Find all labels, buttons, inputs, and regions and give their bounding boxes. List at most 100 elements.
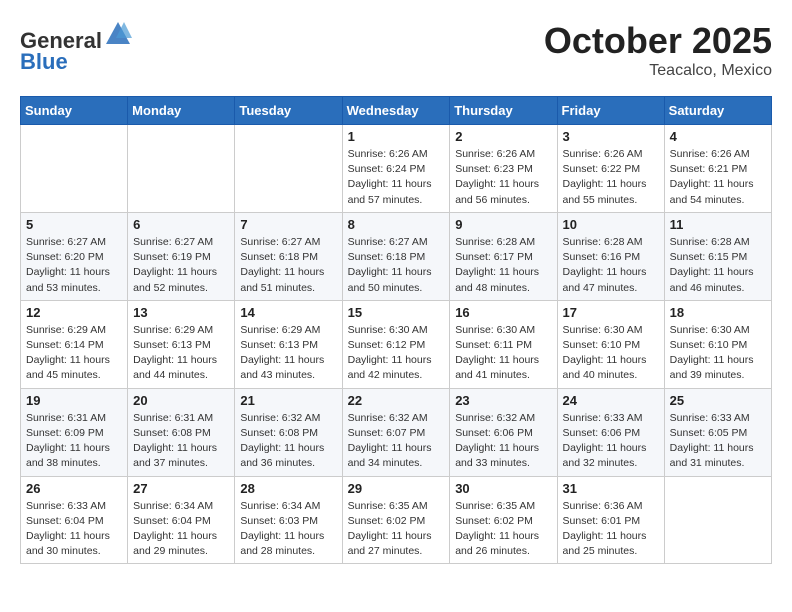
calendar-cell: 7 Sunrise: 6:27 AMSunset: 6:18 PMDaylight… xyxy=(235,212,342,300)
calendar-cell: 26Sunrise: 6:33 AMSunset: 6:04 PMDayligh… xyxy=(21,476,128,564)
weekday-header: Saturday xyxy=(664,97,771,125)
day-number: 3 xyxy=(563,129,659,144)
logo: General Blue xyxy=(20,20,132,75)
calendar-body: 1Sunrise: 6:26 AMSunset: 6:24 PMDaylight… xyxy=(21,125,772,564)
logo-icon xyxy=(104,20,132,48)
day-info: Sunrise: 6:36 AMSunset: 6:01 PMDaylight:… xyxy=(563,499,659,560)
calendar-week-row: 19 Sunrise: 6:31 AMSunset: 6:09 PMDayligh… xyxy=(21,388,772,476)
calendar-cell: 28Sunrise: 6:34 AMSunset: 6:03 PMDayligh… xyxy=(235,476,342,564)
day-info: Sunrise: 6:32 AMSunset: 6:06 PMDaylight:… xyxy=(455,411,551,472)
calendar-cell: 21 Sunrise: 6:32 AMSunset: 6:08 PMDayligh… xyxy=(235,388,342,476)
day-number: 11 xyxy=(670,217,766,232)
calendar-cell xyxy=(664,476,771,564)
day-info: Sunrise: 6:27 AMSunset: 6:19 PMDaylight:… xyxy=(133,235,229,296)
calendar-cell: 25Sunrise: 6:33 AMSunset: 6:05 PMDayligh… xyxy=(664,388,771,476)
day-number: 5 xyxy=(26,217,122,232)
weekday-header-row: SundayMondayTuesdayWednesdayThursdayFrid… xyxy=(21,97,772,125)
day-number: 22 xyxy=(348,393,445,408)
day-number: 13 xyxy=(133,305,229,320)
calendar-cell xyxy=(235,125,342,213)
day-info: Sunrise: 6:28 AMSunset: 6:15 PMDaylight:… xyxy=(670,235,766,296)
calendar-cell: 24Sunrise: 6:33 AMSunset: 6:06 PMDayligh… xyxy=(557,388,664,476)
day-info: Sunrise: 6:31 AMSunset: 6:08 PMDaylight:… xyxy=(133,411,229,472)
day-info: Sunrise: 6:26 AMSunset: 6:23 PMDaylight:… xyxy=(455,147,551,208)
day-info: Sunrise: 6:31 AMSunset: 6:09 PMDaylight:… xyxy=(26,411,122,472)
calendar-cell: 29 Sunrise: 6:35 AMSunset: 6:02 PMDayligh… xyxy=(342,476,450,564)
day-number: 8 xyxy=(348,217,445,232)
day-number: 20 xyxy=(133,393,229,408)
calendar-cell: 10 Sunrise: 6:28 AMSunset: 6:16 PMDayligh… xyxy=(557,212,664,300)
day-info: Sunrise: 6:28 AMSunset: 6:17 PMDaylight:… xyxy=(455,235,551,296)
calendar-cell: 18 Sunrise: 6:30 AMSunset: 6:10 PMDayligh… xyxy=(664,300,771,388)
weekday-header: Friday xyxy=(557,97,664,125)
calendar-header: SundayMondayTuesdayWednesdayThursdayFrid… xyxy=(21,97,772,125)
month-title: October 2025 xyxy=(544,20,772,62)
calendar-cell: 19 Sunrise: 6:31 AMSunset: 6:09 PMDayligh… xyxy=(21,388,128,476)
day-number: 6 xyxy=(133,217,229,232)
calendar-cell: 13Sunrise: 6:29 AMSunset: 6:13 PMDayligh… xyxy=(128,300,235,388)
calendar-cell: 23 Sunrise: 6:32 AMSunset: 6:06 PMDayligh… xyxy=(450,388,557,476)
day-number: 19 xyxy=(26,393,122,408)
calendar-cell: 3 Sunrise: 6:26 AMSunset: 6:22 PMDaylight… xyxy=(557,125,664,213)
day-number: 29 xyxy=(348,481,445,496)
calendar-cell: 27 Sunrise: 6:34 AMSunset: 6:04 PMDayligh… xyxy=(128,476,235,564)
day-number: 4 xyxy=(670,129,766,144)
calendar-cell: 5 Sunrise: 6:27 AMSunset: 6:20 PMDaylight… xyxy=(21,212,128,300)
calendar-week-row: 12Sunrise: 6:29 AMSunset: 6:14 PMDayligh… xyxy=(21,300,772,388)
calendar-cell xyxy=(128,125,235,213)
day-info: Sunrise: 6:35 AMSunset: 6:02 PMDaylight:… xyxy=(348,499,445,560)
calendar-week-row: 1Sunrise: 6:26 AMSunset: 6:24 PMDaylight… xyxy=(21,125,772,213)
day-info: Sunrise: 6:32 AMSunset: 6:07 PMDaylight:… xyxy=(348,411,445,472)
day-number: 7 xyxy=(240,217,336,232)
day-info: Sunrise: 6:33 AMSunset: 6:06 PMDaylight:… xyxy=(563,411,659,472)
calendar-cell: 1Sunrise: 6:26 AMSunset: 6:24 PMDaylight… xyxy=(342,125,450,213)
day-number: 30 xyxy=(455,481,551,496)
day-info: Sunrise: 6:35 AMSunset: 6:02 PMDaylight:… xyxy=(455,499,551,560)
calendar-cell: 31 Sunrise: 6:36 AMSunset: 6:01 PMDayligh… xyxy=(557,476,664,564)
day-info: Sunrise: 6:26 AMSunset: 6:21 PMDaylight:… xyxy=(670,147,766,208)
day-number: 23 xyxy=(455,393,551,408)
day-info: Sunrise: 6:26 AMSunset: 6:24 PMDaylight:… xyxy=(348,147,445,208)
calendar-table: SundayMondayTuesdayWednesdayThursdayFrid… xyxy=(20,96,772,564)
title-block: October 2025 Teacalco, Mexico xyxy=(544,20,772,80)
day-number: 2 xyxy=(455,129,551,144)
day-info: Sunrise: 6:30 AMSunset: 6:12 PMDaylight:… xyxy=(348,323,445,384)
location-subtitle: Teacalco, Mexico xyxy=(544,62,772,80)
day-number: 14 xyxy=(240,305,336,320)
day-number: 26 xyxy=(26,481,122,496)
day-number: 28 xyxy=(240,481,336,496)
day-info: Sunrise: 6:27 AMSunset: 6:18 PMDaylight:… xyxy=(348,235,445,296)
day-number: 27 xyxy=(133,481,229,496)
day-number: 9 xyxy=(455,217,551,232)
day-number: 16 xyxy=(455,305,551,320)
weekday-header: Monday xyxy=(128,97,235,125)
day-info: Sunrise: 6:32 AMSunset: 6:08 PMDaylight:… xyxy=(240,411,336,472)
weekday-header: Sunday xyxy=(21,97,128,125)
calendar-week-row: 26Sunrise: 6:33 AMSunset: 6:04 PMDayligh… xyxy=(21,476,772,564)
day-info: Sunrise: 6:27 AMSunset: 6:18 PMDaylight:… xyxy=(240,235,336,296)
day-info: Sunrise: 6:30 AMSunset: 6:10 PMDaylight:… xyxy=(563,323,659,384)
day-info: Sunrise: 6:34 AMSunset: 6:04 PMDaylight:… xyxy=(133,499,229,560)
day-number: 31 xyxy=(563,481,659,496)
day-info: Sunrise: 6:28 AMSunset: 6:16 PMDaylight:… xyxy=(563,235,659,296)
day-info: Sunrise: 6:30 AMSunset: 6:11 PMDaylight:… xyxy=(455,323,551,384)
weekday-header: Thursday xyxy=(450,97,557,125)
day-number: 10 xyxy=(563,217,659,232)
calendar-cell: 14 Sunrise: 6:29 AMSunset: 6:13 PMDayligh… xyxy=(235,300,342,388)
page-header: General Blue October 2025 Teacalco, Mexi… xyxy=(20,20,772,80)
day-number: 18 xyxy=(670,305,766,320)
calendar-cell: 30 Sunrise: 6:35 AMSunset: 6:02 PMDayligh… xyxy=(450,476,557,564)
day-info: Sunrise: 6:29 AMSunset: 6:13 PMDaylight:… xyxy=(240,323,336,384)
calendar-cell: 6 Sunrise: 6:27 AMSunset: 6:19 PMDaylight… xyxy=(128,212,235,300)
calendar-cell: 8 Sunrise: 6:27 AMSunset: 6:18 PMDaylight… xyxy=(342,212,450,300)
day-info: Sunrise: 6:30 AMSunset: 6:10 PMDaylight:… xyxy=(670,323,766,384)
weekday-header: Wednesday xyxy=(342,97,450,125)
calendar-week-row: 5 Sunrise: 6:27 AMSunset: 6:20 PMDaylight… xyxy=(21,212,772,300)
calendar-cell: 4 Sunrise: 6:26 AMSunset: 6:21 PMDaylight… xyxy=(664,125,771,213)
calendar-cell: 9 Sunrise: 6:28 AMSunset: 6:17 PMDaylight… xyxy=(450,212,557,300)
day-info: Sunrise: 6:26 AMSunset: 6:22 PMDaylight:… xyxy=(563,147,659,208)
day-number: 17 xyxy=(563,305,659,320)
day-number: 21 xyxy=(240,393,336,408)
calendar-cell: 20 Sunrise: 6:31 AMSunset: 6:08 PMDayligh… xyxy=(128,388,235,476)
day-info: Sunrise: 6:27 AMSunset: 6:20 PMDaylight:… xyxy=(26,235,122,296)
